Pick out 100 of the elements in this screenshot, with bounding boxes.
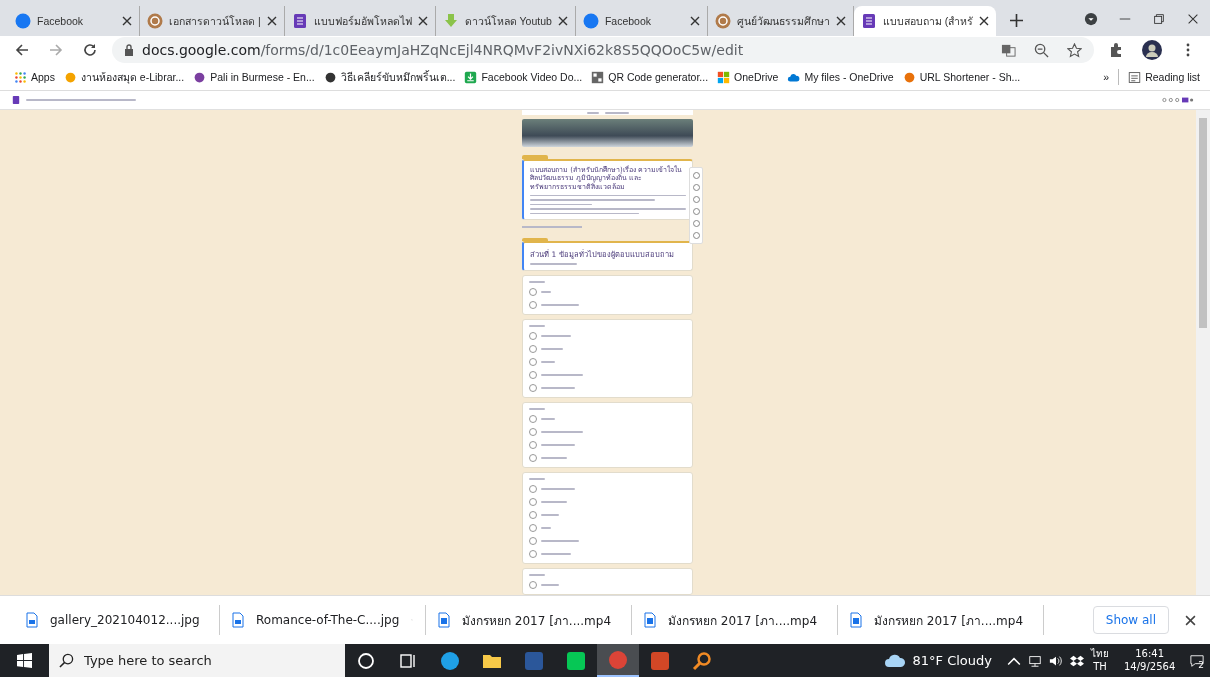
- blurred-navigation-line: [522, 226, 582, 228]
- download-item[interactable]: มังกรหยก 2017 [ภา....mp4: [838, 605, 1044, 635]
- bookmark[interactable]: URL Shortener - Sh...: [902, 70, 1021, 84]
- radio-button[interactable]: [529, 287, 537, 296]
- star-icon[interactable]: [1067, 42, 1082, 58]
- close-icon[interactable]: [1185, 614, 1196, 626]
- bookmark-favicon-icon: [902, 70, 916, 84]
- taskbar-search-box[interactable]: Type here to search: [49, 644, 345, 677]
- browser-tab[interactable]: เอกสารดาวน์โหลด |: [140, 6, 285, 36]
- radio-button[interactable]: [529, 497, 537, 506]
- profile-avatar-icon[interactable]: [1142, 40, 1162, 60]
- browser-tab[interactable]: แบบสอบถาม (สำหรั: [853, 6, 997, 36]
- bookmark-favicon-icon: [193, 70, 207, 84]
- reading-list-button[interactable]: Reading list: [1128, 70, 1200, 84]
- close-tab-icon[interactable]: [557, 16, 568, 26]
- clock[interactable]: 16:41 14/9/2564: [1124, 648, 1176, 673]
- radio-button[interactable]: [529, 440, 537, 449]
- scrollbar[interactable]: [1196, 110, 1210, 595]
- browser-tab[interactable]: แบบฟอร์มอัพโหลดไฟ: [284, 6, 436, 36]
- blurred-option-line: [541, 501, 567, 503]
- blurred-option-line: [541, 348, 563, 350]
- reading-list-icon: [1128, 70, 1142, 84]
- video-file-icon: [644, 612, 656, 628]
- form-icon: [860, 13, 877, 29]
- translate-icon[interactable]: [1001, 42, 1016, 58]
- radio-button[interactable]: [529, 580, 537, 589]
- radio-button[interactable]: [529, 331, 537, 340]
- close-tab-icon[interactable]: [122, 16, 132, 26]
- download-item[interactable]: มังกรหยก 2017 [ภา....mp4: [632, 605, 838, 635]
- blurred-question-line: [529, 407, 545, 410]
- blurred-description-line: [530, 263, 577, 265]
- weather-text[interactable]: 81°F Cloudy: [912, 653, 992, 668]
- language-indicator[interactable]: ไทย TH: [1091, 648, 1109, 673]
- blurred-option-line: [541, 488, 575, 490]
- ring-icon: [356, 650, 376, 671]
- reload-icon[interactable]: [82, 42, 98, 58]
- close-tab-icon[interactable]: [689, 16, 700, 26]
- radio-button[interactable]: [529, 510, 537, 519]
- radio-button[interactable]: [529, 414, 537, 423]
- bookmark[interactable]: My files - OneDrive: [787, 70, 894, 84]
- close-tab-icon[interactable]: [835, 16, 846, 26]
- bookmark-favicon-icon: [323, 70, 337, 84]
- image-file-icon: [26, 612, 38, 628]
- zoom-icon[interactable]: [1034, 42, 1049, 58]
- radio-button[interactable]: [529, 357, 537, 366]
- restore-icon[interactable]: [1152, 12, 1166, 26]
- bookmark[interactable]: OneDrive: [717, 70, 779, 84]
- close-tab-icon[interactable]: [266, 16, 277, 26]
- radio-button[interactable]: [529, 344, 537, 353]
- search-input-field[interactable]: Type here to search: [82, 652, 326, 669]
- video-file-icon: [850, 612, 862, 628]
- back-icon[interactable]: [14, 42, 30, 58]
- bookmark[interactable]: งานห้องสมุด e-Librar...: [63, 68, 185, 86]
- close-tab-icon[interactable]: [417, 16, 428, 26]
- qr-code-icon: [591, 70, 605, 84]
- app-icon: [524, 650, 544, 671]
- notification-button[interactable]: 2: [1190, 651, 1204, 670]
- blurred-option-line: [541, 457, 567, 459]
- network-icon[interactable]: [1028, 653, 1042, 668]
- radio-button[interactable]: [529, 484, 537, 493]
- bookmark[interactable]: วิธีเคลียร์ขับหมึกพริ้นเต...: [323, 68, 456, 86]
- radio-button[interactable]: [529, 383, 537, 392]
- download-item[interactable]: มังกรหยก 2017 [ภา....mp4: [426, 605, 632, 635]
- radio-button[interactable]: [529, 300, 537, 309]
- radio-button[interactable]: [529, 370, 537, 379]
- browser-tab[interactable]: Facebook: [8, 6, 140, 36]
- radio-button[interactable]: [529, 523, 537, 532]
- windows-start-icon[interactable]: [17, 653, 32, 668]
- form-icon: [12, 96, 20, 104]
- bookmark[interactable]: QR Code generator...: [591, 70, 709, 84]
- radio-button[interactable]: [529, 536, 537, 545]
- new-tab-icon[interactable]: [1010, 14, 1024, 27]
- dropbox-icon[interactable]: [1070, 653, 1084, 668]
- download-item[interactable]: Romance-of-The-C....jpg: [220, 605, 426, 635]
- address-bar[interactable]: docs.google.com/forms/d/1c0EeaymJaHZqNcEjl4NRQMvF2ivNXi62k8S5QQOoC5w/edit: [112, 37, 1094, 63]
- image-file-icon: [232, 612, 244, 628]
- close-icon[interactable]: [1186, 12, 1200, 26]
- close-tab-icon[interactable]: [979, 16, 990, 26]
- bookmark[interactable]: Facebook Video Do...: [464, 70, 583, 84]
- blurred-option-line: [541, 553, 571, 555]
- show-all-button[interactable]: Show all: [1092, 606, 1169, 634]
- bookmark[interactable]: Pali in Burmese - En...: [193, 70, 315, 84]
- tab-search-icon[interactable]: [1084, 12, 1098, 26]
- browser-tab[interactable]: Facebook: [575, 6, 708, 36]
- more-bookmarks-button[interactable]: »: [1103, 71, 1110, 83]
- radio-button[interactable]: [529, 453, 537, 462]
- speech-bubble-icon: [1190, 653, 1205, 668]
- bookmark[interactable]: Apps: [14, 70, 55, 84]
- extensions-icon[interactable]: [1108, 42, 1124, 58]
- radio-button[interactable]: [529, 427, 537, 436]
- download-icon: [464, 70, 478, 84]
- blurred-option-line: [541, 361, 555, 363]
- download-item[interactable]: gallery_202104012....jpg: [14, 605, 220, 635]
- blurred-option-line: [541, 540, 579, 542]
- facebook-icon: [582, 13, 599, 29]
- blurred-option-line: [541, 431, 583, 433]
- blurred-description-line: [530, 203, 593, 206]
- radio-button[interactable]: [529, 549, 537, 558]
- browser-tab[interactable]: ดาวน์โหลด Youtub: [435, 6, 576, 36]
- browser-tab[interactable]: ศูนย์วัฒนธรรมศึกษา: [707, 6, 854, 36]
